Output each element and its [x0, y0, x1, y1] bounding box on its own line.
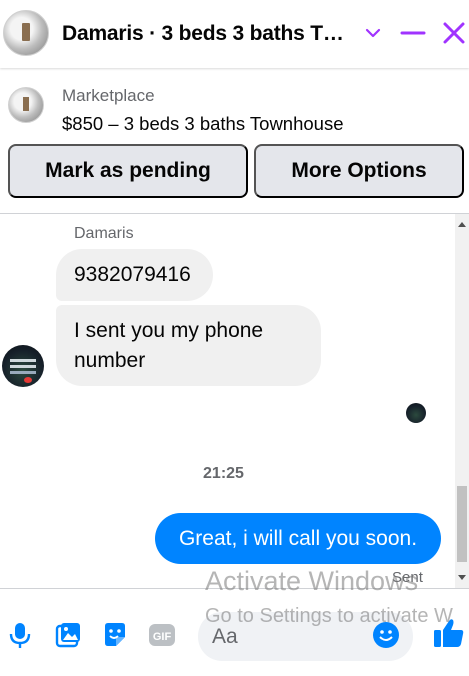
gif-icon[interactable]: GIF [148, 620, 176, 650]
marketplace-listing-thumbnail[interactable] [8, 87, 44, 123]
read-receipt-avatar [406, 403, 426, 423]
listing-title[interactable]: $850 – 3 beds 3 baths Townhouse [62, 113, 344, 135]
activate-windows-watermark: Activate Windows [205, 566, 419, 596]
listing-avatar[interactable] [3, 10, 49, 56]
chat-header: Damaris · 3 beds 3 baths T… [0, 0, 469, 68]
scrollbar-thumb[interactable] [457, 486, 467, 562]
divider [0, 213, 469, 214]
message-timestamp: 21:25 [203, 465, 244, 482]
chat-title[interactable]: Damaris · 3 beds 3 baths T… [62, 22, 352, 46]
scroll-up-arrow-icon[interactable] [458, 222, 466, 227]
incoming-message[interactable]: 9382079416 [56, 249, 213, 301]
chevron-down-icon[interactable] [362, 22, 384, 44]
sticker-icon[interactable] [101, 620, 129, 650]
marketplace-label: Marketplace [62, 86, 155, 105]
close-icon[interactable] [441, 20, 467, 46]
activate-windows-subtitle: Go to Settings to activate W [205, 605, 453, 627]
photo-icon[interactable] [54, 620, 82, 650]
sender-name: Damaris [74, 225, 134, 242]
mark-as-pending-button[interactable]: Mark as pending [8, 144, 248, 198]
outgoing-message[interactable]: Great, i will call you soon. [155, 513, 441, 564]
microphone-icon[interactable] [6, 620, 34, 650]
more-options-button[interactable]: More Options [254, 144, 464, 198]
svg-text:GIF: GIF [153, 631, 172, 643]
sender-avatar[interactable] [2, 345, 44, 387]
scrollbar[interactable] [455, 214, 469, 588]
incoming-message[interactable]: I sent you my phone number [56, 305, 321, 386]
minimize-icon[interactable] [400, 22, 426, 44]
scroll-down-arrow-icon[interactable] [458, 575, 466, 580]
